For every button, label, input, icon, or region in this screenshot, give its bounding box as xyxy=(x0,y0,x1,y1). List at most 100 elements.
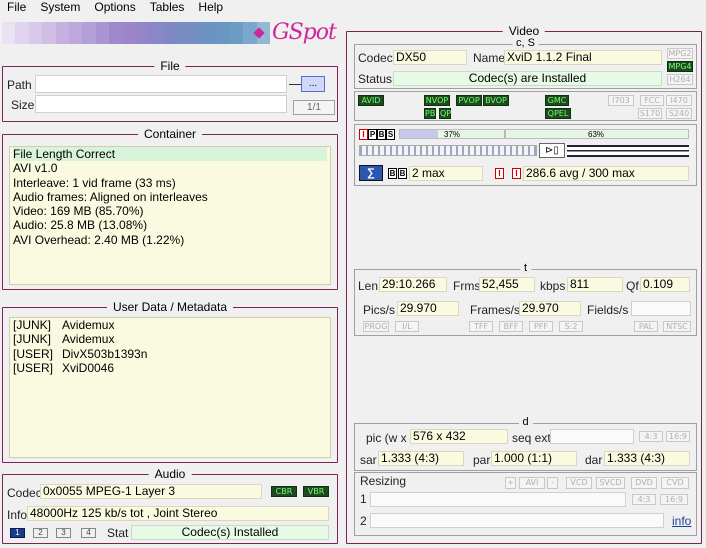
resize-16-9-indicator: 16:9 xyxy=(660,494,688,505)
video-name-label: Name xyxy=(473,51,506,65)
menu-help[interactable]: Help xyxy=(191,0,230,14)
banner-gradient xyxy=(2,22,271,44)
userdata-tag: [USER] xyxy=(13,360,54,375)
userdata-value: Avidemux xyxy=(62,332,115,347)
userdata-row: [USER] DivX503b1393n xyxy=(13,347,327,361)
bitrate-i-2: I xyxy=(512,168,521,179)
video-name-field: XviD 1.1.2 Final xyxy=(504,50,662,65)
resizing-label: Resizing xyxy=(360,474,407,488)
timing-subgroup-title: t xyxy=(519,262,532,275)
dimensions-subgroup-title: d xyxy=(518,416,533,429)
userdata-row: [JUNK] Avidemux xyxy=(13,318,327,332)
audio-tab-3[interactable]: 3 xyxy=(56,528,71,538)
file-counter-button[interactable]: 1/1 xyxy=(293,100,335,115)
pff-indicator: PFF xyxy=(529,321,553,332)
container-line: AVI v1.0 xyxy=(13,161,58,176)
userdata-tag: [JUNK] xyxy=(13,332,52,347)
flag-fcc-indicator: FCC xyxy=(640,95,664,106)
aspect-4-3-indicator: 4:3 xyxy=(639,431,663,442)
resize-vcd-button[interactable]: VCD xyxy=(566,477,592,489)
flags-subgroup: AVID NVOP PVOP BVOP GMC I703 FCC I470 PB QP QPEL S1… xyxy=(354,91,697,121)
userdata-group-title: User Data / Metadata xyxy=(106,300,234,314)
qf-label: Qf xyxy=(626,279,639,293)
container-line: Video: 169 MB (85.70%) xyxy=(13,204,144,219)
qf-field: 0.109 xyxy=(640,277,690,292)
flag-pb-indicator: PB xyxy=(424,108,436,119)
par-field: 1.000 (1:1) xyxy=(491,451,577,466)
size-field xyxy=(35,95,287,113)
flag-i703-indicator: I703 xyxy=(608,95,634,106)
kbps-field: 811 xyxy=(567,277,623,292)
container-line: Interleave: 1 vid frame (33 ms) xyxy=(13,175,176,190)
info-link[interactable]: info xyxy=(672,514,691,528)
audio-tab-4[interactable]: 4 xyxy=(81,528,96,538)
menu-options[interactable]: Options xyxy=(87,0,142,14)
menu-file[interactable]: File xyxy=(0,0,33,14)
vbr-indicator: VBR xyxy=(303,486,329,497)
menu-tables[interactable]: Tables xyxy=(143,0,192,14)
fields-field xyxy=(631,301,691,316)
sar-field: 1.333 (4:3) xyxy=(378,451,464,466)
codec-logo-icon: ∑ xyxy=(359,165,383,181)
pics-field: 29.970 xyxy=(397,301,459,316)
resize-minus-button[interactable]: - xyxy=(547,477,558,489)
pic-label: pic (w x xyxy=(366,431,407,445)
video-status-label: Status xyxy=(358,72,393,86)
dar-label: dar xyxy=(585,453,603,467)
banner-swatch xyxy=(229,22,244,44)
h264-indicator: H264 xyxy=(667,74,693,85)
frame-distribution-bar-1: 37% xyxy=(399,129,505,139)
userdata-row: [JUNK] Avidemux xyxy=(13,332,327,346)
banner-swatch xyxy=(122,22,137,44)
flag-avid-indicator: AVID xyxy=(358,95,384,106)
browse-button[interactable]: ... xyxy=(301,76,325,92)
resize-row-1-field xyxy=(370,492,626,507)
audio-codec-field: 0x0055 MPEG-1 Layer 3 xyxy=(40,484,262,499)
resize-cvd-button[interactable]: CVD xyxy=(661,477,689,489)
flag-nvop-indicator: NVOP xyxy=(424,95,450,106)
par-label: par xyxy=(473,453,491,467)
resize-dvd-button[interactable]: DVD xyxy=(631,477,657,489)
resize-svcd-button[interactable]: SVCD xyxy=(596,477,625,489)
resizing-subgroup: Resizing + AVI - VCD SVCD DVD CVD 1 4:3 … xyxy=(354,472,697,536)
bar-1-pct: 37% xyxy=(444,130,461,139)
dimensions-subgroup: d pic (w x 576 x 432 seq ext 4:3 16:9 sa… xyxy=(354,416,697,471)
frames-label: Frames/s xyxy=(470,303,521,317)
audio-info-label: Info xyxy=(7,508,28,522)
bitstream-subgroup: I P B S 37% 63% ⊳▯ ∑ B B 2 max I I 286.6… xyxy=(354,124,697,186)
resize-row-2-label: 2 xyxy=(360,514,367,528)
userdata-value: XviD0046 xyxy=(62,360,115,375)
path-field[interactable] xyxy=(35,75,287,93)
fields-label: Fields/s xyxy=(587,303,629,317)
gop-stripes xyxy=(359,145,537,156)
flag-gmc-indicator: GMC xyxy=(545,95,569,106)
frametype-b: B xyxy=(377,129,386,140)
banner-swatch xyxy=(82,22,96,44)
audio-group: Audio Codec 0x0055 MPEG-1 Layer 3 CBR VB… xyxy=(2,467,338,544)
seq-ext-field xyxy=(550,429,634,444)
frametype-p: P xyxy=(368,129,377,140)
frms-field: 52,455 xyxy=(479,277,535,292)
container-line: AVI Overhead: 2.40 MB (1.22%) xyxy=(13,232,185,247)
frames-field: 29.970 xyxy=(519,301,581,316)
menu-bar: File System Options Tables Help xyxy=(0,0,706,14)
container-line: Audio frames: Aligned on interleaves xyxy=(13,189,208,204)
flag-qp-indicator: QP xyxy=(439,108,452,119)
audio-tab-1[interactable]: 1 xyxy=(10,528,25,538)
audio-tab-2[interactable]: 2 xyxy=(33,528,48,538)
userdata-list: [JUNK] Avidemux [JUNK] Avidemux [USER] DivX50… xyxy=(9,317,331,458)
resize-plus-button[interactable]: + xyxy=(505,477,516,489)
seq-ext-label: seq ext xyxy=(512,431,551,445)
bitrate-i-1: I xyxy=(495,168,504,179)
container-group-title: Container xyxy=(137,127,203,141)
len-label: Len xyxy=(358,279,379,293)
flag-pvop-indicator: PVOP xyxy=(456,95,482,106)
container-info-list: File Length Correct AVI v1.0 Interleave: 1… xyxy=(9,146,331,285)
resize-avi-button[interactable]: AVI xyxy=(519,477,545,489)
kbps-label: kbps xyxy=(540,279,566,293)
menu-system[interactable]: System xyxy=(33,0,87,14)
mpg2-indicator: MPG2 xyxy=(667,48,693,59)
banner-swatch xyxy=(216,22,230,44)
flag-qpel-indicator: QPEL xyxy=(545,108,571,119)
video-group: Video c, S Codec DX50 Name XviD 1.1.2 Fi… xyxy=(346,24,702,544)
